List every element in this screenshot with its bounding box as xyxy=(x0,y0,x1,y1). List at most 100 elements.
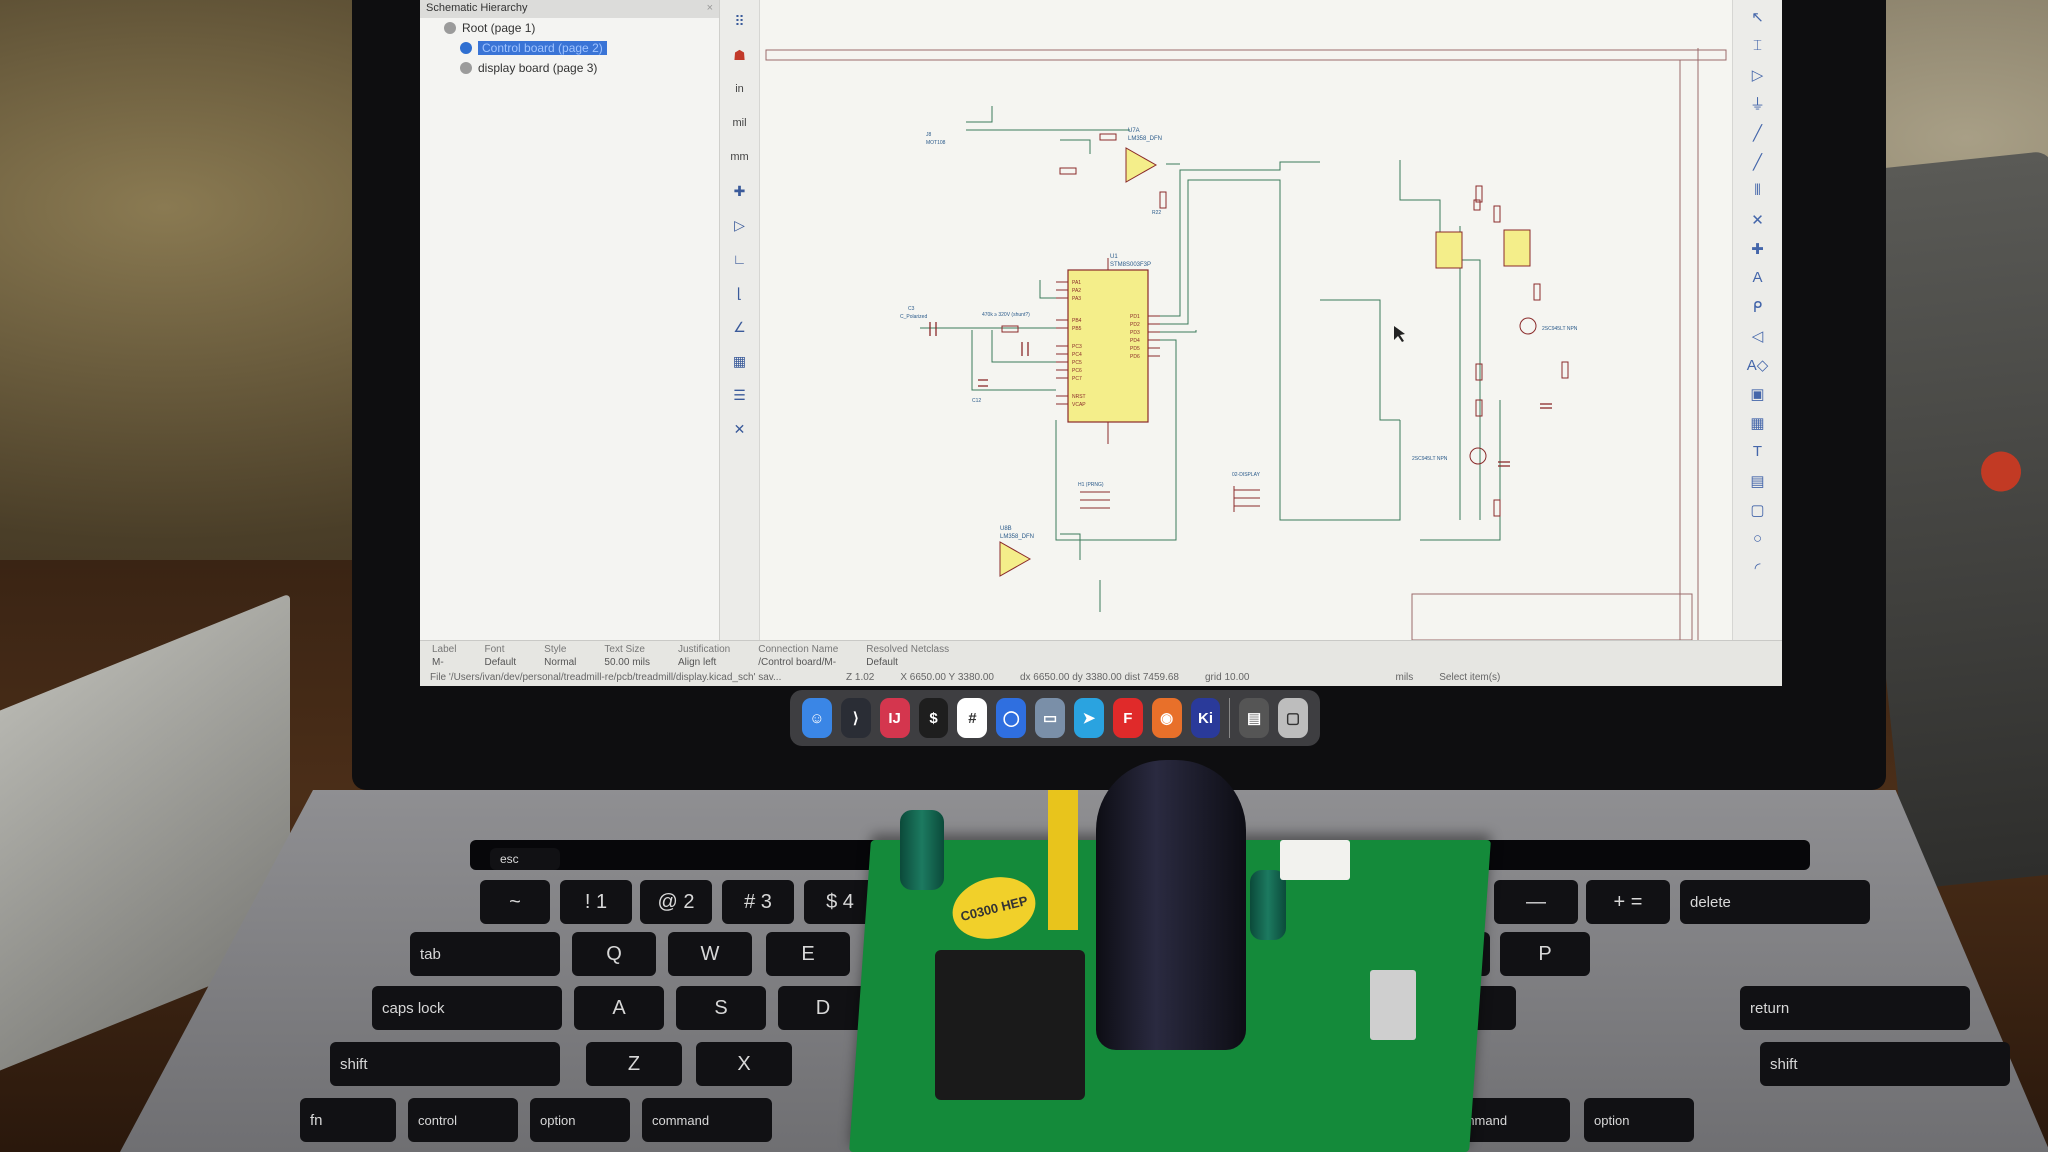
vscode-icon[interactable]: ⟩ xyxy=(840,698,871,738)
key-caps-lock[interactable]: caps lock xyxy=(372,986,562,1030)
status-grid: grid 10.00 xyxy=(1205,672,1250,683)
erc-button[interactable]: ☗ xyxy=(727,42,753,68)
hier-label-icon[interactable]: A◇ xyxy=(1745,352,1771,377)
key-e[interactable]: E xyxy=(766,932,850,976)
key-2[interactable]: @ 2 xyxy=(640,880,712,924)
laptop-screen: Schematic Hierarchy × Root (page 1) Cont… xyxy=(420,0,1782,686)
close-icon[interactable]: × xyxy=(707,2,713,14)
symbol-icon[interactable]: ▷ xyxy=(727,212,753,238)
add-symbol-icon[interactable]: ▷ xyxy=(1745,62,1771,87)
firefox-icon[interactable]: ◉ xyxy=(1151,698,1182,738)
global-label-icon[interactable]: ◁ xyxy=(1745,323,1771,348)
key-option-left[interactable]: option xyxy=(530,1098,630,1142)
rectangle-icon[interactable]: ▢ xyxy=(1745,497,1771,522)
add-bus-icon[interactable]: ╱ xyxy=(1745,149,1771,174)
units-inch-button[interactable]: in xyxy=(727,76,753,102)
key-z[interactable]: Z xyxy=(586,1042,682,1086)
add-wire-icon[interactable]: ╱ xyxy=(1745,120,1771,145)
intellij-icon[interactable]: IJ xyxy=(879,698,910,738)
key-x[interactable]: X xyxy=(696,1042,792,1086)
units-mil-button[interactable]: mil xyxy=(727,110,753,136)
key-equals[interactable]: + = xyxy=(1586,880,1670,924)
schematic-drawing: U1 STM8S003F3P PA1 PA2 PA3 PB4 PB5 PC3 P… xyxy=(765,48,1727,641)
tree-item-control-board[interactable]: Control board (page 2) xyxy=(420,38,719,58)
msg-col-connection: Connection Name/Control board/M- xyxy=(758,644,839,668)
import-sheet-pin-icon[interactable]: ▦ xyxy=(1745,410,1771,435)
net-class-icon[interactable]: ᑭ xyxy=(1745,294,1771,319)
key-s[interactable]: S xyxy=(676,986,766,1030)
key-w[interactable]: W xyxy=(668,932,752,976)
signal-icon[interactable]: ◯ xyxy=(996,698,1027,738)
status-file: File '/Users/ivan/dev/personal/treadmill… xyxy=(430,672,782,683)
key-1[interactable]: ! 1 xyxy=(560,880,632,924)
annotate-icon[interactable]: ▦ xyxy=(727,348,753,374)
key-tab[interactable]: tab xyxy=(410,932,560,976)
msg-col-style: Style Normal xyxy=(544,644,577,668)
key-control[interactable]: control xyxy=(408,1098,518,1142)
net-label-icon[interactable]: A xyxy=(1745,265,1771,290)
u1-pin-label: PA2 xyxy=(1072,288,1081,294)
key-option-right[interactable]: option xyxy=(1584,1098,1694,1142)
key-fn[interactable]: fn xyxy=(300,1098,396,1142)
key-command-left[interactable]: command xyxy=(642,1098,772,1142)
status-dxdy: dx 6650.00 dy 3380.00 dist 7459.68 xyxy=(1019,672,1179,683)
finder-icon[interactable]: ☺ xyxy=(802,698,832,738)
cursor-icon[interactable]: ✚ xyxy=(727,178,753,204)
tree-item-root[interactable]: Root (page 1) xyxy=(420,18,719,38)
hier-sheet-icon[interactable]: ▣ xyxy=(1745,381,1771,406)
slack-icon[interactable]: # xyxy=(957,698,988,738)
pcb-capacitor-small xyxy=(900,810,944,890)
tree-item-label: display board (page 3) xyxy=(478,61,598,75)
key-p[interactable]: P xyxy=(1500,932,1590,976)
kicad-icon[interactable]: Ki xyxy=(1190,698,1221,738)
preview-icon[interactable]: ▭ xyxy=(1035,698,1066,738)
tools-icon[interactable]: ✕ xyxy=(727,416,753,442)
flipboard-icon[interactable]: F xyxy=(1112,698,1143,738)
key-shift-left[interactable]: shift xyxy=(330,1042,560,1086)
junction-icon[interactable]: ✚ xyxy=(1745,236,1771,261)
tree-item-display-board[interactable]: display board (page 3) xyxy=(420,58,719,78)
circle-icon[interactable]: ○ xyxy=(1745,526,1771,551)
u1-pin-label: PC3 xyxy=(1072,344,1082,350)
status-units: mils xyxy=(1395,672,1414,683)
add-text-icon[interactable]: T xyxy=(1745,439,1771,464)
pcb-regulator xyxy=(1370,970,1416,1040)
no-connect-icon[interactable]: ✕ xyxy=(1745,207,1771,232)
arc-icon[interactable]: ◜ xyxy=(1745,555,1771,580)
terminal-icon[interactable]: $ xyxy=(918,698,949,738)
telegram-icon[interactable]: ➤ xyxy=(1074,698,1104,738)
schematic-canvas[interactable]: U1 STM8S003F3P PA1 PA2 PA3 PB4 PB5 PC3 P… xyxy=(760,0,1732,641)
bus-entry-icon[interactable]: ⫴ xyxy=(1745,178,1771,203)
key-shift-right[interactable]: shift xyxy=(1760,1042,2010,1086)
line-mode-icon[interactable]: ∟ xyxy=(727,246,753,272)
hierarchy-title-bar: Schematic Hierarchy × xyxy=(420,0,719,18)
h1-value: H1 (PRNG) xyxy=(1078,482,1104,488)
sheet-icon xyxy=(460,42,472,54)
key-tilde[interactable]: ~ xyxy=(480,880,550,924)
trash-icon[interactable]: ▢ xyxy=(1278,698,1308,738)
key-return[interactable]: return xyxy=(1740,986,1970,1030)
status-zoom: Z 1.02 xyxy=(846,672,875,683)
hierarchy-toggle-icon[interactable]: ☰ xyxy=(727,382,753,408)
grid-toggle-button[interactable]: ⠿ xyxy=(727,8,753,34)
sheet-border-top xyxy=(765,49,1727,61)
add-power-icon[interactable]: ⏚ xyxy=(1745,91,1771,116)
text-box-icon[interactable]: ▤ xyxy=(1745,468,1771,493)
u1-value: STM8S003F3P xyxy=(1110,262,1151,268)
key-delete[interactable]: delete xyxy=(1680,880,1870,924)
key-minus[interactable]: — xyxy=(1494,880,1578,924)
key-a[interactable]: A xyxy=(574,986,664,1030)
key-q[interactable]: Q xyxy=(572,932,656,976)
line-mode-45-icon[interactable]: ∠ xyxy=(727,314,753,340)
downloads-icon[interactable]: ▤ xyxy=(1239,698,1270,738)
select-icon[interactable]: ↖ xyxy=(1745,4,1771,29)
highlight-net-icon[interactable]: ⌶ xyxy=(1745,33,1771,58)
line-mode-90-icon[interactable]: ⌊ xyxy=(727,280,753,306)
key-d[interactable]: D xyxy=(778,986,868,1030)
msg-col-label: Label M- xyxy=(432,644,457,668)
key-3[interactable]: # 3 xyxy=(722,880,794,924)
transistor-q2 xyxy=(1469,447,1487,465)
units-mm-button[interactable]: mm xyxy=(727,144,753,170)
key-esc[interactable]: esc xyxy=(490,848,560,870)
resistor xyxy=(1475,363,1483,381)
